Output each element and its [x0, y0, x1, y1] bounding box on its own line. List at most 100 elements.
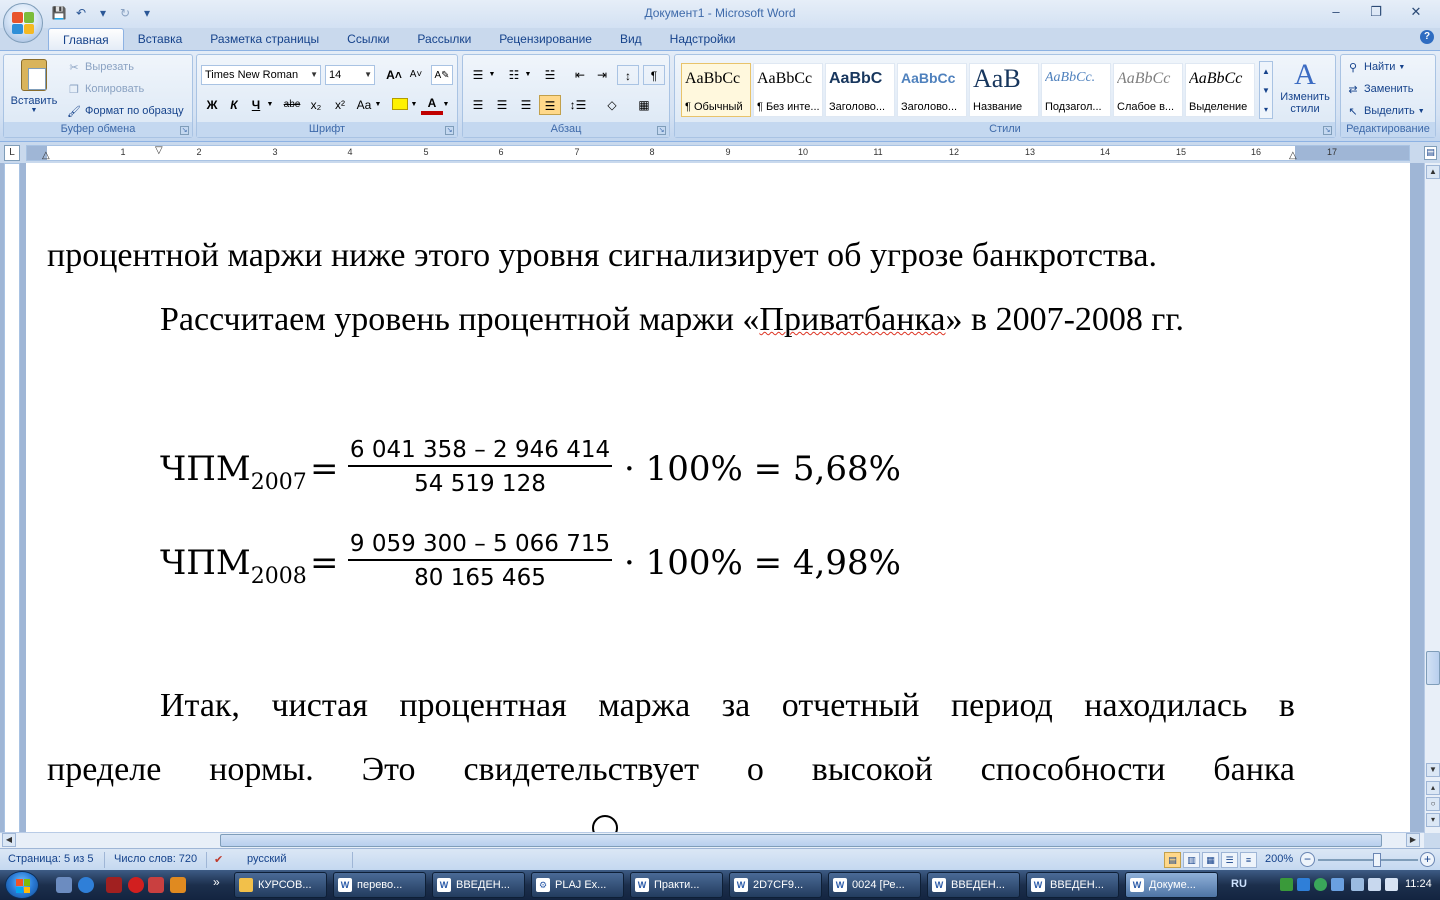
- font-color-dropdown-icon[interactable]: ▼: [441, 95, 451, 115]
- tab-mailings[interactable]: Рассылки: [403, 28, 485, 50]
- tab-review[interactable]: Рецензирование: [485, 28, 606, 50]
- browse-object-icon[interactable]: ○: [1426, 797, 1440, 811]
- clear-formatting-button[interactable]: A✎: [431, 65, 453, 85]
- subscript-button[interactable]: x₂: [305, 95, 327, 115]
- taskbar-button[interactable]: W ВВЕДЕН...: [1026, 872, 1119, 898]
- taskbar-button[interactable]: ⚙ PLAJ Ex...: [531, 872, 624, 898]
- horizontal-scrollbar[interactable]: ◀ ▶: [0, 832, 1424, 848]
- office-button[interactable]: [3, 3, 43, 43]
- tab-view[interactable]: Вид: [606, 28, 656, 50]
- paragraph-launcher-icon[interactable]: ↘: [657, 126, 666, 135]
- font-size-dropdown-icon[interactable]: ▼: [364, 66, 372, 84]
- tab-selector[interactable]: L: [4, 145, 20, 161]
- full-screen-reading-icon[interactable]: ▥: [1183, 852, 1200, 868]
- help-icon[interactable]: ?: [1420, 30, 1434, 44]
- font-launcher-icon[interactable]: ↘: [445, 126, 454, 135]
- change-case-button[interactable]: Aa: [353, 95, 375, 115]
- proofing-icon[interactable]: ✔: [214, 853, 223, 866]
- close-button[interactable]: ✕: [1396, 2, 1436, 22]
- copy-button[interactable]: ❐ Копировать: [66, 79, 144, 99]
- style-title[interactable]: AaB Название: [969, 63, 1039, 117]
- show-formatting-button[interactable]: ¶: [643, 65, 665, 85]
- numbering-dropdown-icon[interactable]: ▼: [523, 65, 533, 85]
- superscript-button[interactable]: x²: [329, 95, 351, 115]
- taskbar-button[interactable]: КУРСОВ...: [234, 872, 327, 898]
- zoom-slider[interactable]: [1318, 859, 1418, 861]
- left-indent-icon[interactable]: △: [42, 150, 50, 161]
- formula-2008[interactable]: ЧПМ2008 = 9 059 300 – 5 066 715 80 165 4…: [160, 529, 920, 609]
- language-indicator[interactable]: русский: [247, 853, 286, 865]
- opera-icon[interactable]: [128, 877, 144, 893]
- numbering-button[interactable]: ☷: [503, 65, 525, 85]
- media-icon[interactable]: [106, 877, 122, 893]
- minimize-button[interactable]: –: [1316, 2, 1356, 22]
- underline-dropdown-icon[interactable]: ▼: [265, 95, 275, 115]
- formula-2007[interactable]: ЧПМ2007 = 6 041 358 – 2 946 414 54 519 1…: [160, 435, 920, 515]
- bullets-dropdown-icon[interactable]: ▼: [487, 65, 497, 85]
- line-spacing-button[interactable]: ↕☰: [567, 95, 589, 115]
- italic-button[interactable]: К: [223, 95, 245, 115]
- next-page-icon[interactable]: ▾: [1426, 813, 1440, 827]
- tab-home[interactable]: Главная: [48, 28, 124, 50]
- outline-view-icon[interactable]: ☰: [1221, 852, 1238, 868]
- taskbar-button[interactable]: W 2D7CF9...: [729, 872, 822, 898]
- bullets-button[interactable]: ☰: [467, 65, 489, 85]
- align-left-button[interactable]: ☰: [467, 95, 489, 115]
- vertical-scroll-thumb[interactable]: [1426, 651, 1440, 685]
- shrink-font-button[interactable]: A˅: [405, 65, 427, 85]
- change-styles-button[interactable]: A Изменить стили: [1275, 59, 1335, 116]
- scroll-right-icon[interactable]: ▶: [1406, 833, 1420, 847]
- tab-references[interactable]: Ссылки: [333, 28, 403, 50]
- style-no-spacing[interactable]: AaBbCc ¶ Без инте...: [753, 63, 823, 117]
- styles-launcher-icon[interactable]: ↘: [1323, 126, 1332, 135]
- sort-button[interactable]: ↕: [617, 65, 639, 85]
- page-count[interactable]: Страница: 5 из 5: [8, 853, 94, 865]
- word-count[interactable]: Число слов: 720: [114, 853, 197, 865]
- style-normal[interactable]: AaBbCc ¶ Обычный: [681, 63, 751, 117]
- highlight-button[interactable]: [389, 95, 411, 115]
- style-emphasis[interactable]: AaBbCc Выделение: [1185, 63, 1255, 117]
- styles-down-icon[interactable]: ▼: [1260, 81, 1272, 100]
- scroll-left-icon[interactable]: ◀: [2, 833, 16, 847]
- font-size-combo[interactable]: 14 ▼: [325, 65, 375, 85]
- select-button[interactable]: ↖ Выделить ▼: [1345, 101, 1424, 121]
- clock[interactable]: 11:24: [1405, 878, 1432, 890]
- grow-font-button[interactable]: A˄: [383, 65, 405, 85]
- draft-view-icon[interactable]: ≡: [1240, 852, 1257, 868]
- flash-icon[interactable]: [170, 877, 186, 893]
- font-name-dropdown-icon[interactable]: ▼: [310, 66, 318, 84]
- format-painter-button[interactable]: 🖌 Формат по образцу: [66, 101, 184, 121]
- print-layout-view-icon[interactable]: ▤: [1164, 852, 1181, 868]
- browser-icon[interactable]: [78, 877, 94, 893]
- zoom-level[interactable]: 200%: [1265, 853, 1293, 865]
- style-subtitle[interactable]: AaBbCc. Подзагол...: [1041, 63, 1111, 117]
- view-ruler-icon[interactable]: ▤: [1424, 146, 1437, 160]
- highlight-dropdown-icon[interactable]: ▼: [409, 95, 419, 115]
- styles-scroll[interactable]: ▲ ▼ ▾: [1259, 61, 1273, 119]
- style-heading-2[interactable]: AaBbCc Заголово...: [897, 63, 967, 117]
- web-layout-icon[interactable]: ▦: [1202, 852, 1219, 868]
- tab-page-layout[interactable]: Разметка страницы: [196, 28, 333, 50]
- right-indent-icon[interactable]: △: [1289, 150, 1297, 161]
- vertical-scrollbar[interactable]: ▲ ▼ ▴ ○ ▾: [1424, 163, 1440, 833]
- cut-button[interactable]: ✂ Вырезать: [66, 57, 134, 77]
- increase-indent-button[interactable]: ⇥: [591, 65, 613, 85]
- show-desktop-icon[interactable]: [56, 877, 72, 893]
- scroll-down-icon[interactable]: ▼: [1426, 763, 1440, 777]
- start-button[interactable]: [5, 871, 39, 899]
- document-page[interactable]: процентной маржи ниже этого уровня сигна…: [26, 163, 1410, 833]
- tray-icon[interactable]: [1314, 878, 1327, 891]
- flag-icon[interactable]: [1385, 878, 1398, 891]
- zoom-slider-thumb[interactable]: [1373, 853, 1381, 867]
- scroll-up-icon[interactable]: ▲: [1426, 165, 1440, 179]
- network-icon[interactable]: [1351, 878, 1364, 891]
- justify-button[interactable]: ☰: [539, 95, 561, 115]
- find-button[interactable]: ⚲ Найти ▼: [1345, 57, 1405, 77]
- tray-icon[interactable]: [1297, 878, 1310, 891]
- styles-up-icon[interactable]: ▲: [1260, 62, 1272, 81]
- app-icon[interactable]: [148, 877, 164, 893]
- tray-icon[interactable]: [1280, 878, 1293, 891]
- multilevel-list-button[interactable]: ☱: [539, 65, 561, 85]
- first-line-indent-icon[interactable]: ▽: [155, 145, 163, 156]
- more-quick-launch-icon[interactable]: »: [213, 875, 220, 889]
